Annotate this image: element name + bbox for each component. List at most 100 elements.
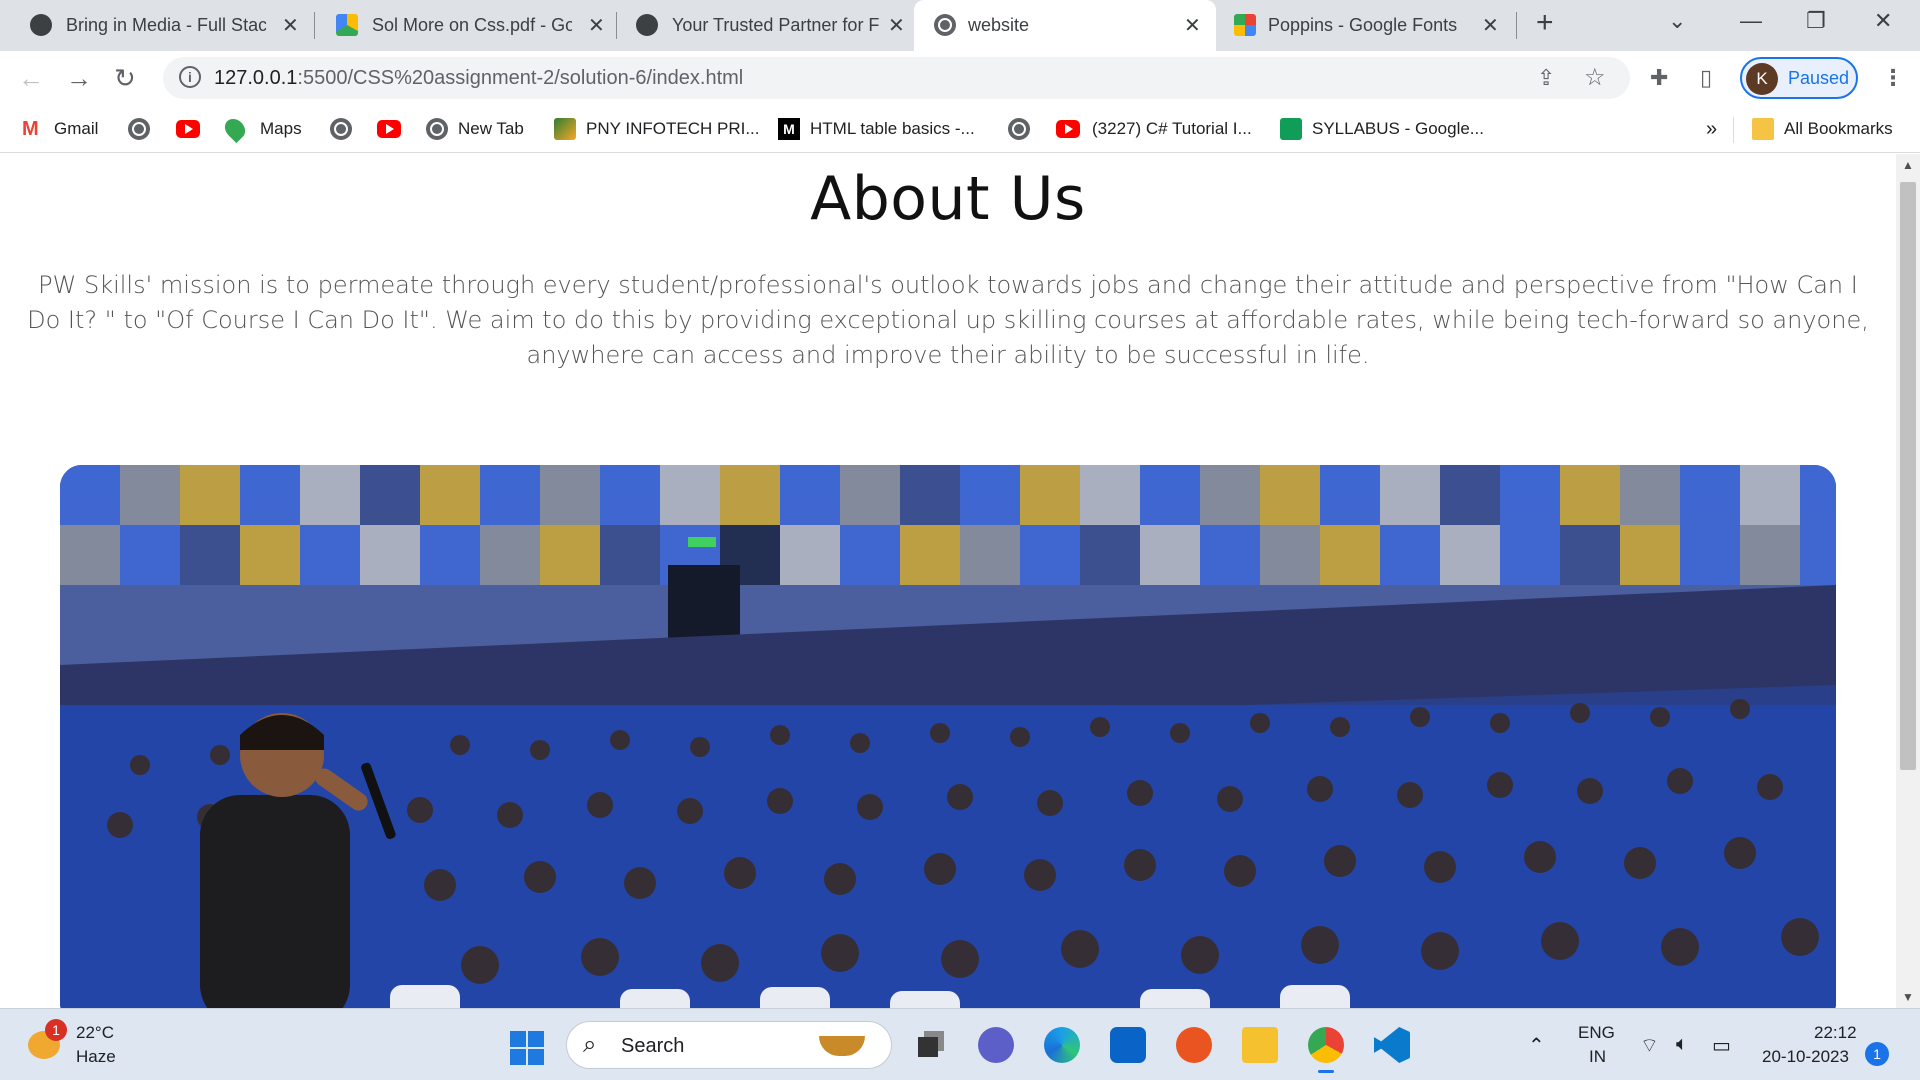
bookmarks-overflow-button[interactable]: » [1706,116,1717,142]
bookmark-globe-2[interactable] [330,116,352,142]
tab-trusted-partner[interactable]: Your Trusted Partner for F ✕ [606,0,912,51]
browser-toolbar: ← → ↻ i 127.0.0.1:5500/CSS%20assignment-… [0,51,1920,105]
taskbar-search[interactable]: ⌕ Search [566,1021,892,1069]
bookmark-label: (3227) C# Tutorial I... [1092,119,1252,138]
vscode-icon[interactable] [1374,1027,1410,1063]
globe-icon [330,118,352,140]
scroll-up-icon[interactable]: ▲ [1902,158,1914,172]
bookmark-maps[interactable]: Maps [220,114,302,144]
tab-title: Poppins - Google Fonts [1268,15,1458,35]
youtube-icon [377,120,401,138]
ubuntu-icon[interactable] [1176,1027,1212,1063]
bookmark-pny-infotech[interactable]: PNY INFOTECH PRI... [554,116,760,142]
tab-title: Bring in Media - Full Stac [66,15,266,35]
battery-icon[interactable]: ▭ [1712,1033,1731,1058]
edge-icon[interactable] [1044,1027,1080,1063]
scrollbar-thumb[interactable] [1900,182,1916,770]
url-text[interactable]: 127.0.0.1:5500/CSS%20assignment-2/soluti… [214,67,743,90]
back-icon[interactable]: ← [18,63,44,94]
tab-title: website [968,15,1030,35]
side-panel-icon[interactable]: ▯ [1700,65,1712,91]
weather-badge: 1 [45,1019,67,1041]
bookmarks-separator [1733,117,1734,143]
weather-temperature: 22°C [76,1023,114,1042]
notification-badge[interactable]: 1 [1865,1042,1889,1066]
url-path: :5500/CSS%20assignment-2/solution-6/inde… [297,67,744,89]
tab-website[interactable]: website ✕ [914,0,1216,51]
close-icon[interactable]: ✕ [888,13,905,38]
volume-icon[interactable]: 🔈︎ [1676,1033,1688,1056]
tab-poppins-fonts[interactable]: Poppins - Google Fonts ✕ [1216,0,1516,51]
teams-chat-icon[interactable] [978,1027,1014,1063]
avatar: K [1746,63,1778,95]
mail-icon[interactable] [1110,1027,1146,1063]
globe-icon [426,118,448,140]
bookmark-syllabus[interactable]: SYLLABUS - Google... [1280,116,1484,142]
share-icon[interactable]: ⇪ [1537,65,1555,91]
bookmark-globe-3[interactable] [1008,116,1030,142]
bookmark-gmail[interactable]: M Gmail [22,116,98,142]
reload-icon[interactable]: ↻ [114,63,136,94]
youtube-icon [176,120,200,138]
profile-button[interactable]: K Paused [1740,57,1858,99]
bookmark-label: SYLLABUS - Google... [1312,119,1484,138]
bookmark-star-icon[interactable]: ☆ [1584,63,1606,92]
page-scrollbar[interactable]: ▲ ▼ [1896,154,1920,1008]
exit-sign [688,537,716,547]
bookmark-label: All Bookmarks [1784,119,1893,138]
bookmark-label: HTML table basics -... [810,119,975,138]
restore-icon[interactable]: ❐ [1806,8,1826,34]
youtube-icon [1056,120,1080,138]
tray-overflow-icon[interactable]: ⌃ [1528,1033,1545,1058]
task-view-icon[interactable] [912,1027,948,1063]
wordpress-icon [30,14,52,36]
extensions-icon[interactable]: ✚ [1650,65,1668,91]
site-info-icon[interactable]: i [179,66,201,88]
tab-bring-in-media[interactable]: Bring in Media - Full Stac ✕ [0,0,306,51]
wifi-icon[interactable]: ⌔ [1640,1033,1659,1058]
scroll-down-icon[interactable]: ▼ [1902,990,1914,1004]
close-icon[interactable]: ✕ [1482,13,1499,38]
page-title: About Us [810,164,1086,234]
globe-icon [128,118,150,140]
forward-icon[interactable]: → [66,63,92,94]
language-indicator[interactable]: ENG [1578,1023,1615,1043]
wordpress-icon [636,14,658,36]
bookmark-youtube-1[interactable] [176,116,200,142]
bookmark-label: New Tab [458,119,524,138]
menu-icon[interactable]: ⋮ [1882,65,1904,91]
new-tab-button[interactable]: + [1536,6,1554,40]
close-icon[interactable]: ✕ [588,13,605,38]
start-button[interactable] [510,1031,544,1065]
clock-time[interactable]: 22:12 [1814,1023,1857,1043]
clock-date[interactable]: 20-10-2023 [1762,1047,1849,1067]
tab-title: Your Trusted Partner for F [672,15,880,35]
weather-condition: Haze [76,1047,116,1066]
tab-search-chevron-icon[interactable]: ⌄ [1668,8,1686,34]
window-close-icon[interactable]: ✕ [1874,8,1892,34]
auditorium-photo-illustration [60,465,1836,1008]
search-label: Search [621,1035,685,1057]
bookmark-youtube-2[interactable] [377,116,401,142]
tab-css-pdf[interactable]: Sol More on Css.pdf - Go ✕ [306,0,612,51]
close-icon[interactable]: ✕ [1184,13,1201,38]
url-host: 127.0.0.1 [214,67,298,89]
globe-icon [934,14,956,36]
all-bookmarks-button[interactable]: All Bookmarks [1752,116,1893,142]
close-icon[interactable]: ✕ [282,13,299,38]
region-indicator[interactable]: IN [1589,1047,1606,1067]
auditorium-photo [60,465,1836,1008]
bookmark-globe-1[interactable] [128,116,150,142]
taskbar: 1 22°C Haze ⌕ Search ⌃ ENG IN ⌔ 🔈︎ ▭ 22:… [0,1008,1920,1080]
bookmark-label: Gmail [54,119,99,138]
web-page: About Us PW Skills' mission is to permea… [0,154,1896,1008]
file-explorer-icon[interactable] [1242,1027,1278,1063]
bookmark-csharp-tutorial[interactable]: (3227) C# Tutorial I... [1056,116,1252,142]
bookmark-label: Maps [260,119,302,138]
minimize-icon[interactable]: — [1740,8,1762,34]
bookmark-new-tab[interactable]: New Tab [426,116,524,142]
address-bar[interactable]: i 127.0.0.1:5500/CSS%20assignment-2/solu… [163,57,1630,99]
gmail-icon: M [22,118,39,140]
chrome-icon[interactable] [1308,1027,1344,1073]
bookmark-html-table[interactable]: M HTML table basics -... [778,116,975,142]
